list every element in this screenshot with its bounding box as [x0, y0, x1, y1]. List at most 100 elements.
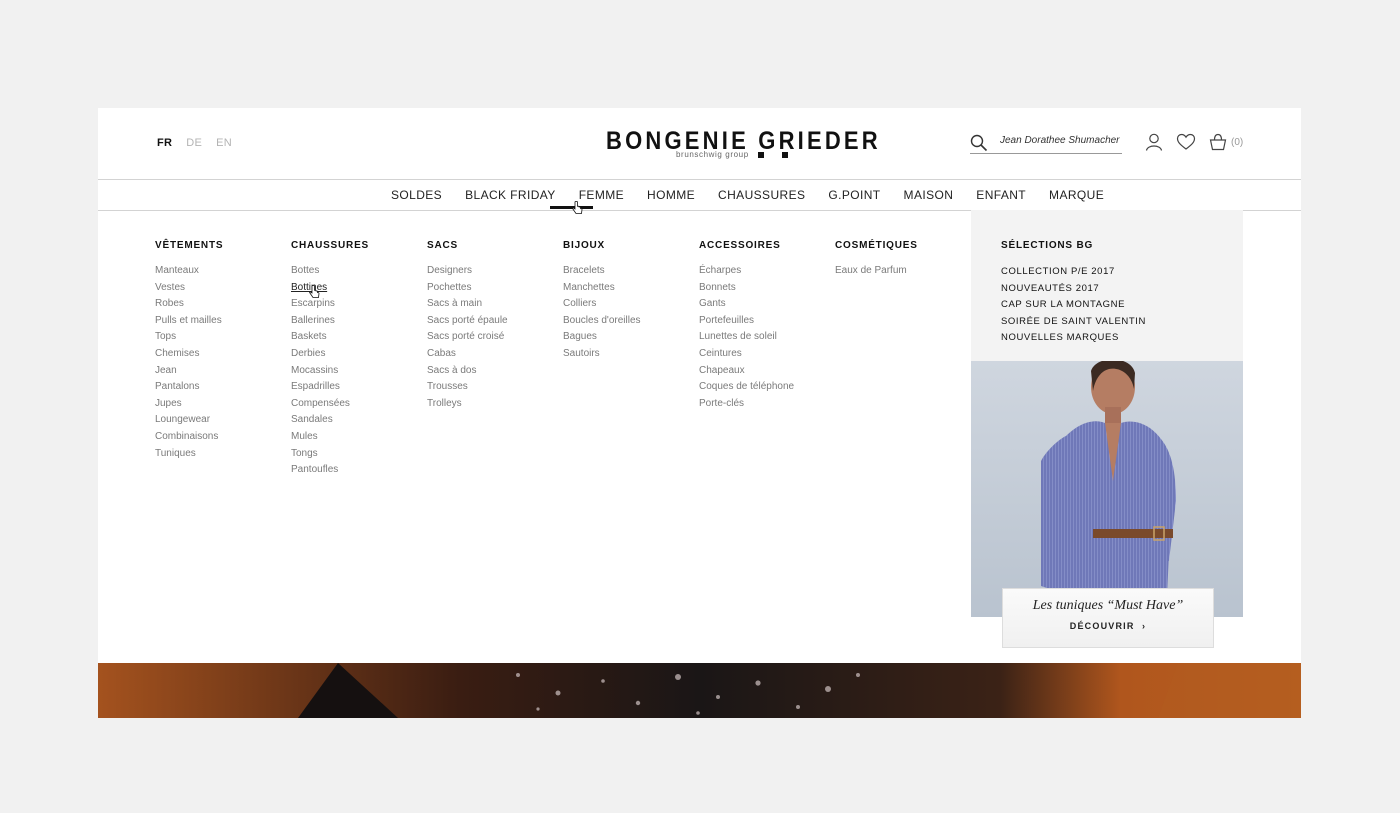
menu-col-vetements: VÊTEMENTS Manteaux Vestes Robes Pulls et… [155, 240, 223, 462]
menu-link[interactable]: Pochettes [427, 280, 508, 297]
lang-en[interactable]: EN [216, 137, 232, 149]
menu-link[interactable]: Vestes [155, 280, 223, 297]
menu-link[interactable]: Sacs porté épaule [427, 313, 508, 330]
menu-col-title[interactable]: VÊTEMENTS [155, 240, 223, 251]
menu-col-title[interactable]: ACCESSOIRES [699, 240, 794, 251]
menu-link[interactable]: Bottes [291, 263, 369, 280]
menu-link[interactable]: Portefeuilles [699, 313, 794, 330]
menu-link[interactable]: Écharpes [699, 263, 794, 280]
promo-title: Les tuniques “Must Have” [1032, 598, 1184, 613]
menu-link[interactable]: Chapeaux [699, 363, 794, 380]
menu-link[interactable]: Jupes [155, 396, 223, 413]
basket-icon[interactable] [1208, 132, 1228, 152]
nav-item-gpoint[interactable]: G.POINT [828, 188, 880, 202]
menu-link[interactable]: Boucles d'oreilles [563, 313, 641, 330]
menu-link[interactable]: Ballerines [291, 313, 369, 330]
nav-item-marque[interactable]: MARQUE [1049, 188, 1104, 202]
menu-link[interactable]: Espadrilles [291, 379, 369, 396]
menu-link[interactable]: Manteaux [155, 263, 223, 280]
menu-link[interactable]: Trolleys [427, 396, 508, 413]
selection-link[interactable]: NOUVEAUTÉS 2017 [1001, 281, 1146, 298]
selection-link[interactable]: CAP SUR LA MONTAGNE [1001, 297, 1146, 314]
pointer-cursor-icon [309, 285, 320, 298]
discover-label: DÉCOUVRIR [1069, 621, 1135, 631]
menu-link[interactable]: Compensées [291, 396, 369, 413]
selection-link[interactable]: COLLECTION P/E 2017 [1001, 264, 1146, 281]
search-icon[interactable] [970, 134, 988, 152]
menu-link[interactable]: Sacs à main [427, 296, 508, 313]
menu-link[interactable]: Tuniques [155, 446, 223, 463]
menu-link[interactable]: Mules [291, 429, 369, 446]
lang-de[interactable]: DE [186, 137, 202, 149]
brand-logo[interactable]: BONGENIE GRIEDER brunschwig group [606, 126, 878, 162]
menu-link[interactable]: Manchettes [563, 280, 641, 297]
menu-col-bijoux: BIJOUX Bracelets Manchettes Colliers Bou… [563, 240, 641, 363]
menu-link[interactable]: Colliers [563, 296, 641, 313]
promo-image[interactable] [971, 361, 1243, 617]
menu-link[interactable]: Combinaisons [155, 429, 223, 446]
search-input[interactable] [1000, 135, 1120, 146]
menu-link[interactable]: Coques de téléphone [699, 379, 794, 396]
menu-link[interactable]: Sacs porté croisé [427, 329, 508, 346]
cart-count: (0) [1231, 137, 1244, 148]
selections-title: SÉLECTIONS BG [1001, 240, 1094, 251]
nav-item-maison[interactable]: MAISON [904, 188, 954, 202]
user-icon[interactable] [1144, 132, 1164, 152]
menu-link[interactable]: Porte-clés [699, 396, 794, 413]
menu-link[interactable]: Sacs à dos [427, 363, 508, 380]
menu-link[interactable]: Pantoufles [291, 462, 369, 479]
heart-icon[interactable] [1176, 132, 1196, 152]
menu-link[interactable]: Robes [155, 296, 223, 313]
menu-link[interactable]: Pantalons [155, 379, 223, 396]
menu-link[interactable]: Jean [155, 363, 223, 380]
menu-col-title[interactable]: SACS [427, 240, 508, 251]
selection-link[interactable]: SOIRÉE DE SAINT VALENTIN [1001, 314, 1146, 331]
menu-link[interactable]: Bonnets [699, 280, 794, 297]
menu-col-accessoires: ACCESSOIRES Écharpes Bonnets Gants Porte… [699, 240, 794, 412]
header: FR DE EN BONGENIE GRIEDER brunschwig gro… [98, 108, 1301, 178]
menu-link[interactable]: Escarpins [291, 296, 369, 313]
menu-link[interactable]: Loungewear [155, 412, 223, 429]
logo-subtitle: brunschwig group [676, 150, 749, 159]
menu-link[interactable]: Chemises [155, 346, 223, 363]
menu-link[interactable]: Lunettes de soleil [699, 329, 794, 346]
menu-col-title[interactable]: COSMÉTIQUES [835, 240, 918, 251]
nav-item-enfant[interactable]: ENFANT [976, 188, 1026, 202]
nav-list: SOLDES BLACK FRIDAY FEMME HOMME CHAUSSUR… [391, 188, 1104, 202]
chevron-right-icon: › [1138, 621, 1147, 631]
menu-link[interactable]: Baskets [291, 329, 369, 346]
selection-link[interactable]: NOUVELLES MARQUES [1001, 330, 1146, 347]
menu-link-hovered[interactable]: Bottines [291, 280, 369, 297]
menu-col-sacs: SACS Designers Pochettes Sacs à main Sac… [427, 240, 508, 412]
menu-link[interactable]: Sandales [291, 412, 369, 429]
menu-link[interactable]: Tops [155, 329, 223, 346]
promo-card[interactable]: Les tuniques “Must Have” DÉCOUVRIR › [1002, 588, 1214, 648]
menu-link[interactable]: Derbies [291, 346, 369, 363]
lang-fr[interactable]: FR [157, 137, 172, 149]
menu-link[interactable]: Tongs [291, 446, 369, 463]
nav-item-soldes[interactable]: SOLDES [391, 188, 442, 202]
menu-link[interactable]: Mocassins [291, 363, 369, 380]
menu-col-title[interactable]: CHAUSSURES [291, 240, 369, 251]
menu-link[interactable]: Gants [699, 296, 794, 313]
nav-item-femme[interactable]: FEMME [579, 188, 624, 202]
nav-item-chaussures[interactable]: CHAUSSURES [718, 188, 805, 202]
discover-button[interactable]: DÉCOUVRIR › [1003, 621, 1213, 631]
menu-link[interactable]: Sautoirs [563, 346, 641, 363]
page: FR DE EN BONGENIE GRIEDER brunschwig gro… [98, 108, 1301, 718]
search-bar [970, 133, 1122, 154]
menu-link[interactable]: Pulls et mailles [155, 313, 223, 330]
menu-link[interactable]: Designers [427, 263, 508, 280]
menu-link[interactable]: Bagues [563, 329, 641, 346]
nav-item-black-friday[interactable]: BLACK FRIDAY [465, 188, 556, 202]
logo-square [758, 152, 764, 158]
hero-banner[interactable] [98, 663, 1301, 718]
menu-link[interactable]: Cabas [427, 346, 508, 363]
logo-square [782, 152, 788, 158]
menu-col-title[interactable]: BIJOUX [563, 240, 641, 251]
nav-item-homme[interactable]: HOMME [647, 188, 695, 202]
menu-link[interactable]: Bracelets [563, 263, 641, 280]
menu-link[interactable]: Trousses [427, 379, 508, 396]
menu-link[interactable]: Ceintures [699, 346, 794, 363]
menu-link[interactable]: Eaux de Parfum [835, 263, 918, 280]
